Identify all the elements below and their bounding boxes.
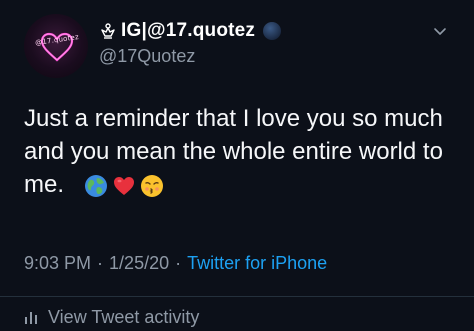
globe-badge-icon xyxy=(263,22,282,40)
avatar[interactable]: @17.quotez xyxy=(24,14,88,78)
display-name-row[interactable]: IG|@17.quotez xyxy=(99,19,282,43)
tweet-date: 1/25/20 xyxy=(109,253,170,273)
username[interactable]: @17Quotez xyxy=(99,46,195,67)
tweet-card: @17.quotez IG|@17.quotez @17Quotez Just … xyxy=(0,0,474,331)
view-tweet-activity-button[interactable]: View Tweet activity xyxy=(24,305,199,329)
tweet-source-link[interactable]: Twitter for iPhone xyxy=(187,253,327,274)
tweet-meta: 9:03 PM · 1/25/20 · Twitter for iPhone xyxy=(24,253,327,274)
activity-label: View Tweet activity xyxy=(48,306,200,327)
globe-emoji xyxy=(85,175,107,197)
display-name: IG|@17.quotez xyxy=(121,20,256,41)
divider xyxy=(0,296,474,297)
tweet-time: 9:03 PM xyxy=(24,253,92,273)
heart-emoji xyxy=(114,177,134,195)
meta-separator: · xyxy=(97,253,104,273)
meta-separator: · xyxy=(175,253,182,273)
crown-icon xyxy=(101,23,115,39)
chevron-down-icon[interactable] xyxy=(432,24,448,40)
emoji-row xyxy=(84,174,168,198)
kissing-face-emoji xyxy=(141,175,163,197)
bar-chart-icon xyxy=(25,312,37,324)
